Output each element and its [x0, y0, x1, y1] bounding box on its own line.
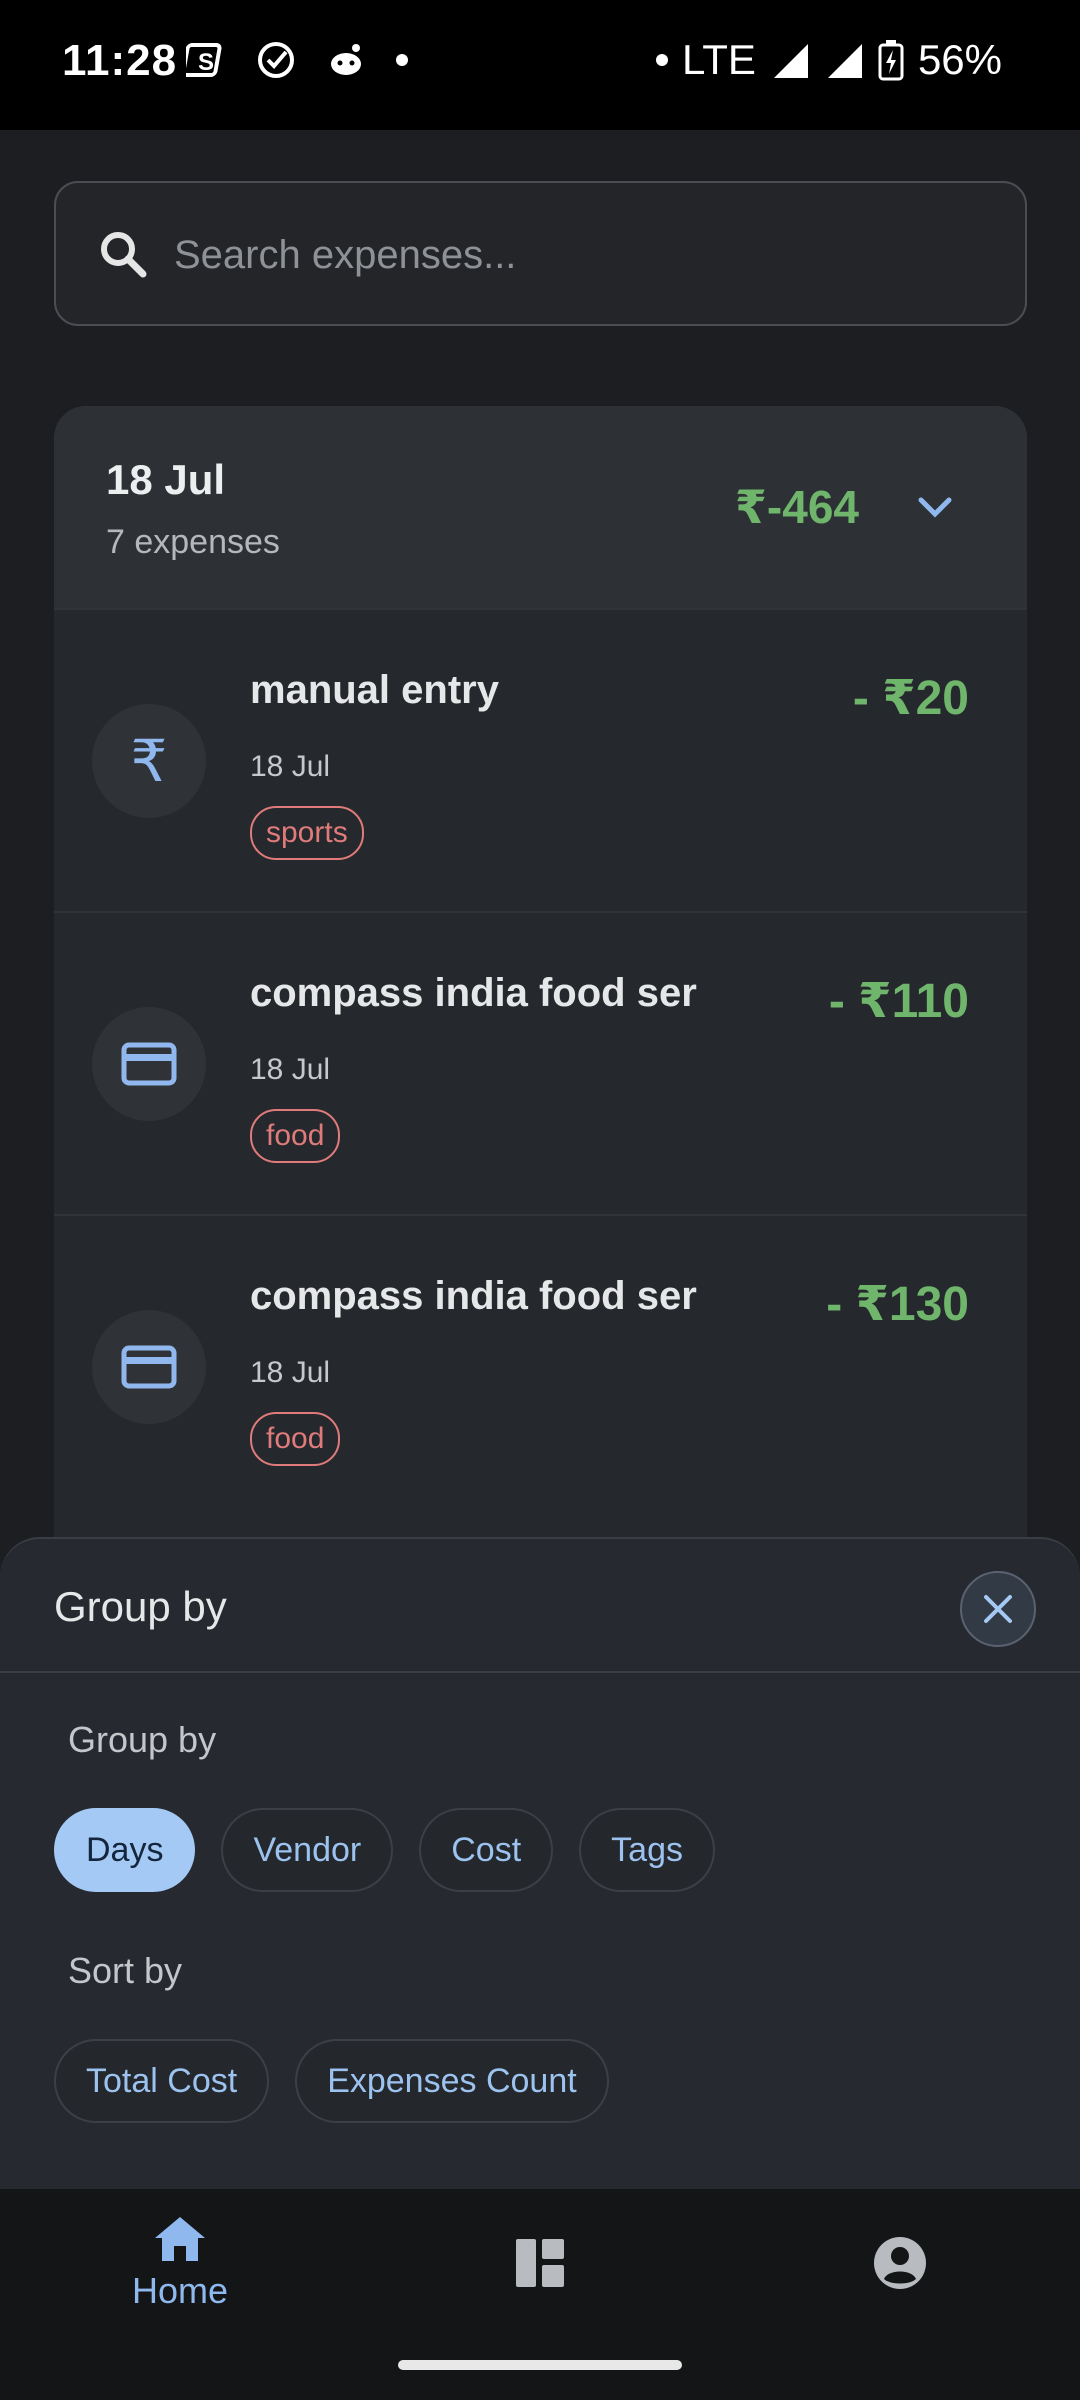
nav-home-label: Home	[131, 2269, 229, 2311]
expense-row[interactable]: ₹ manual entry 18 Jul sports - ₹20	[54, 608, 1027, 911]
group-by-chips: Days Vendor Cost Tags	[54, 1808, 715, 1892]
rupee-icon: ₹	[92, 704, 206, 818]
bottom-nav: Home	[0, 2189, 1080, 2336]
expense-title: compass india food ser	[250, 1274, 697, 1318]
network-label: LTE	[682, 36, 756, 83]
gesture-area	[0, 2336, 1080, 2400]
status-bar: 11:28 S LTE 56%	[0, 0, 1080, 130]
svg-text:S: S	[198, 49, 214, 76]
expense-amount: - ₹110	[828, 975, 969, 1028]
sort-by-chips: Total Cost Expenses Count	[54, 2039, 609, 2123]
account-circle-icon	[874, 2236, 926, 2289]
close-button[interactable]	[960, 1571, 1036, 1647]
expense-title: compass india food ser	[250, 971, 697, 1015]
group-date: 18 Jul	[106, 456, 226, 503]
status-right: LTE 56%	[656, 36, 1002, 84]
search-input[interactable]	[174, 213, 994, 297]
s-app-icon: S	[186, 43, 222, 77]
group-by-label: Group by	[68, 1719, 217, 1760]
search-icon	[101, 232, 147, 278]
expense-title: manual entry	[250, 668, 499, 712]
expense-amount: - ₹130	[826, 1278, 969, 1331]
expense-row[interactable]: compass india food ser 18 Jul food - ₹11…	[54, 911, 1027, 1214]
expense-tag[interactable]: sports	[250, 806, 364, 860]
close-icon	[984, 1595, 1012, 1623]
chip-total-cost[interactable]: Total Cost	[54, 2039, 270, 2123]
battery-charging-icon	[878, 40, 904, 81]
chip-cost[interactable]: Cost	[419, 1808, 554, 1892]
sort-by-label: Sort by	[68, 1950, 183, 1991]
battery-label: 56%	[917, 36, 1002, 83]
nav-dashboard[interactable]	[360, 2189, 720, 2336]
chevron-down-icon[interactable]	[915, 492, 955, 522]
chip-days[interactable]: Days	[54, 1808, 196, 1892]
group-header[interactable]: 18 Jul 7 expenses ₹-464	[54, 406, 1027, 608]
sheet-header: Group by	[0, 1539, 1080, 1673]
status-dot	[656, 54, 669, 66]
chip-tags[interactable]: Tags	[579, 1808, 715, 1892]
expense-tag[interactable]: food	[250, 1109, 341, 1163]
expense-date: 18 Jul	[250, 750, 331, 783]
status-time: 11:28	[62, 36, 178, 85]
home-icon	[155, 2216, 205, 2261]
group-by-sheet: Group by Group by Days Vendor Cost Tags …	[0, 1537, 1080, 2189]
notification-icons: S	[186, 40, 408, 80]
group-count: 7 expenses	[106, 523, 280, 561]
gesture-bar[interactable]	[398, 2360, 682, 2370]
reddit-icon	[331, 44, 361, 75]
nav-profile[interactable]	[720, 2189, 1080, 2336]
expense-amount: - ₹20	[852, 672, 969, 725]
search-bar[interactable]	[54, 181, 1027, 326]
credit-card-icon	[92, 1310, 206, 1424]
dashboard-icon	[516, 2238, 564, 2287]
more-notifications-dot	[396, 54, 408, 66]
signal-icon-2	[827, 44, 862, 78]
expense-tag[interactable]: food	[250, 1412, 341, 1466]
credit-card-icon	[92, 1007, 206, 1121]
nav-home[interactable]: Home	[0, 2189, 360, 2336]
expense-date: 18 Jul	[250, 1053, 331, 1086]
group-total: ₹-464	[734, 481, 859, 533]
sheet-title: Group by	[54, 1583, 227, 1630]
expense-date: 18 Jul	[250, 1356, 331, 1389]
expense-row[interactable]: compass india food ser 18 Jul food - ₹13…	[54, 1214, 1027, 1517]
chip-expenses-count[interactable]: Expenses Count	[295, 2039, 609, 2123]
chip-vendor[interactable]: Vendor	[221, 1808, 394, 1892]
check-circle-icon	[258, 42, 294, 78]
signal-icon	[773, 44, 808, 78]
